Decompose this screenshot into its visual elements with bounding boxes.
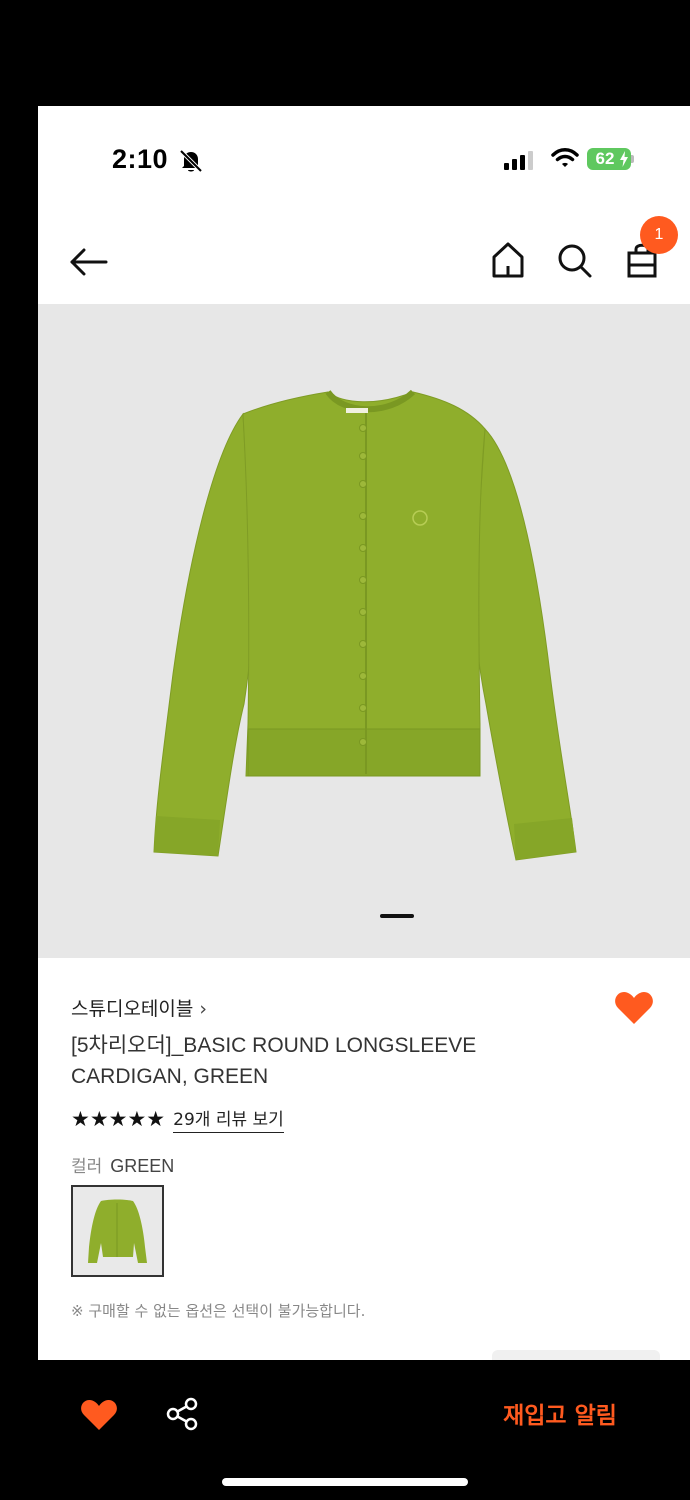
cart-count-badge: 1 [640,216,678,254]
app-bar [38,216,690,306]
battery-icon: 62 [587,148,631,170]
search-icon[interactable] [552,238,596,282]
brand-link[interactable]: 스튜디오테이블 › [71,994,207,1021]
bell-slash-icon [179,149,203,173]
share-icon[interactable] [164,1396,200,1432]
option-notice: ※ 구매할 수 없는 옵션은 선택이 불가능합니다. [71,1302,366,1320]
color-value: GREEN [110,1156,175,1176]
color-label: 컬러 [71,1157,103,1177]
swatch-thumbnail [88,1199,147,1263]
rating-row: ★★★★★ 29개 리뷰 보기 [71,1104,284,1134]
heart-icon[interactable] [80,1398,118,1432]
brand-name: 스튜디오테이블 [71,998,194,1020]
product-image[interactable] [38,304,690,958]
battery-level: 62 [595,149,615,168]
signal-icon [504,151,533,170]
home-icon[interactable] [486,238,530,282]
heart-icon[interactable] [614,990,654,1026]
wifi-icon [551,148,579,167]
rating-stars: ★★★★★ [71,1107,166,1131]
home-indicator [222,1478,468,1486]
status-time: 2:10 [112,144,169,174]
status-bar: 2:10 62 [38,106,690,210]
color-row: 컬러 GREEN [71,1152,174,1177]
restock-alert-button[interactable]: 재입고 알림 [470,1396,650,1436]
bottom-action-bar: 재입고 알림 [0,1360,690,1500]
app-screen: 2:10 62 1 스튜디오테이블 › [5차리오더]_BASIC ROUND … [38,106,690,1360]
back-arrow-icon[interactable] [66,238,114,286]
carousel-indicator [380,914,414,918]
chevron-right-icon: › [199,998,207,1020]
next-section-hint [492,1350,660,1360]
cardigan-image [153,389,577,861]
charging-bolt-icon [620,151,628,167]
review-link[interactable]: 29개 리뷰 보기 [173,1105,284,1133]
battery-tip [631,155,634,163]
product-title: [5차리오더]_BASIC ROUND LONGSLEEVE CARDIGAN,… [71,1034,477,1088]
color-swatch-green[interactable] [71,1185,164,1277]
